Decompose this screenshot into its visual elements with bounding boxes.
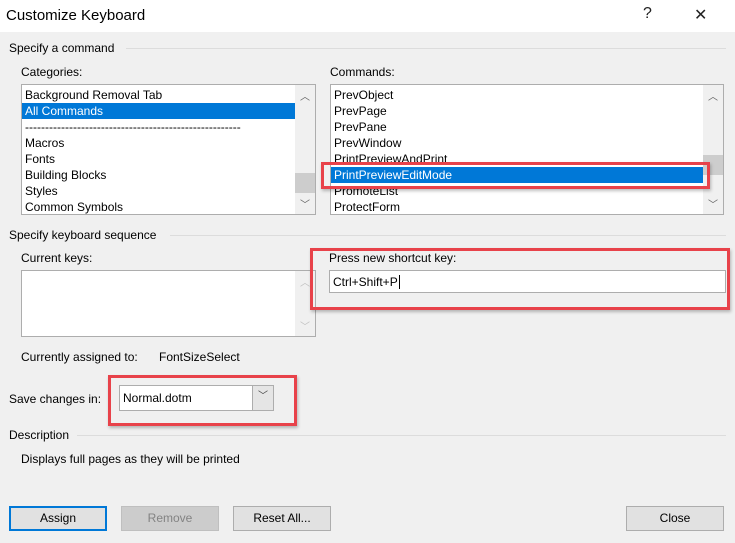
description-group-label: Description: [9, 428, 70, 442]
categories-scrollbar[interactable]: ︿ ﹀: [295, 85, 315, 214]
list-item[interactable]: All Commands: [22, 103, 295, 119]
divider: [126, 48, 726, 49]
keyboard-group-label: Specify keyboard sequence: [9, 228, 157, 242]
list-item[interactable]: Styles: [22, 183, 315, 199]
scroll-up-icon[interactable]: ︿: [703, 88, 723, 103]
list-item[interactable]: ----------------------------------------…: [22, 119, 315, 135]
help-button[interactable]: ?: [643, 5, 652, 23]
scroll-thumb[interactable]: [295, 173, 315, 193]
scroll-down-icon[interactable]: ﹀: [295, 196, 315, 211]
list-item[interactable]: PrevPage: [331, 103, 723, 119]
list-item[interactable]: Common Symbols: [22, 199, 315, 214]
list-item[interactable]: ProtectForm: [331, 199, 723, 214]
highlight-box: [321, 162, 710, 189]
list-item[interactable]: Fonts: [22, 151, 315, 167]
list-item[interactable]: PrevWindow: [331, 135, 723, 151]
scroll-down-icon[interactable]: ﹀: [703, 196, 723, 211]
assigned-label: Currently assigned to:: [21, 350, 138, 364]
list-item[interactable]: PrevPane: [331, 119, 723, 135]
save-changes-label: Save changes in:: [9, 392, 102, 406]
highlight-box: [108, 375, 297, 426]
list-item[interactable]: Macros: [22, 135, 315, 151]
current-keys-label: Current keys:: [21, 251, 93, 265]
remove-button[interactable]: Remove: [121, 506, 219, 531]
assigned-value: FontSizeSelect: [159, 350, 240, 364]
divider: [77, 435, 726, 436]
scroll-down-icon: ﹀: [300, 322, 310, 333]
assign-button[interactable]: Assign: [9, 506, 107, 531]
scroll-up-icon[interactable]: ︿: [295, 88, 315, 103]
commands-scrollbar[interactable]: ︿ ﹀: [703, 85, 723, 214]
divider: [170, 235, 726, 236]
list-item[interactable]: Background Removal Tab: [22, 87, 315, 103]
highlight-box: [310, 248, 730, 310]
list-item[interactable]: Building Blocks: [22, 167, 315, 183]
categories-label: Categories:: [21, 65, 83, 79]
window-title: Customize Keyboard: [6, 7, 146, 24]
close-icon[interactable]: ✕: [694, 5, 707, 25]
commands-list[interactable]: PrevObject PrevPage PrevPane PrevWindow Prin…: [330, 84, 724, 215]
list-item[interactable]: PrevObject: [331, 87, 723, 103]
command-group-label: Specify a command: [9, 41, 115, 55]
close-button[interactable]: Close: [626, 506, 724, 531]
current-keys-list[interactable]: ︿ ﹀: [21, 270, 316, 337]
title-bar: Customize Keyboard ? ✕: [0, 0, 735, 32]
description-text: Displays full pages as they will be prin…: [21, 452, 240, 466]
commands-label: Commands:: [330, 65, 395, 79]
categories-list[interactable]: Background Removal Tab All Commands ------…: [21, 84, 316, 215]
reset-all-button[interactable]: Reset All...: [233, 506, 331, 531]
